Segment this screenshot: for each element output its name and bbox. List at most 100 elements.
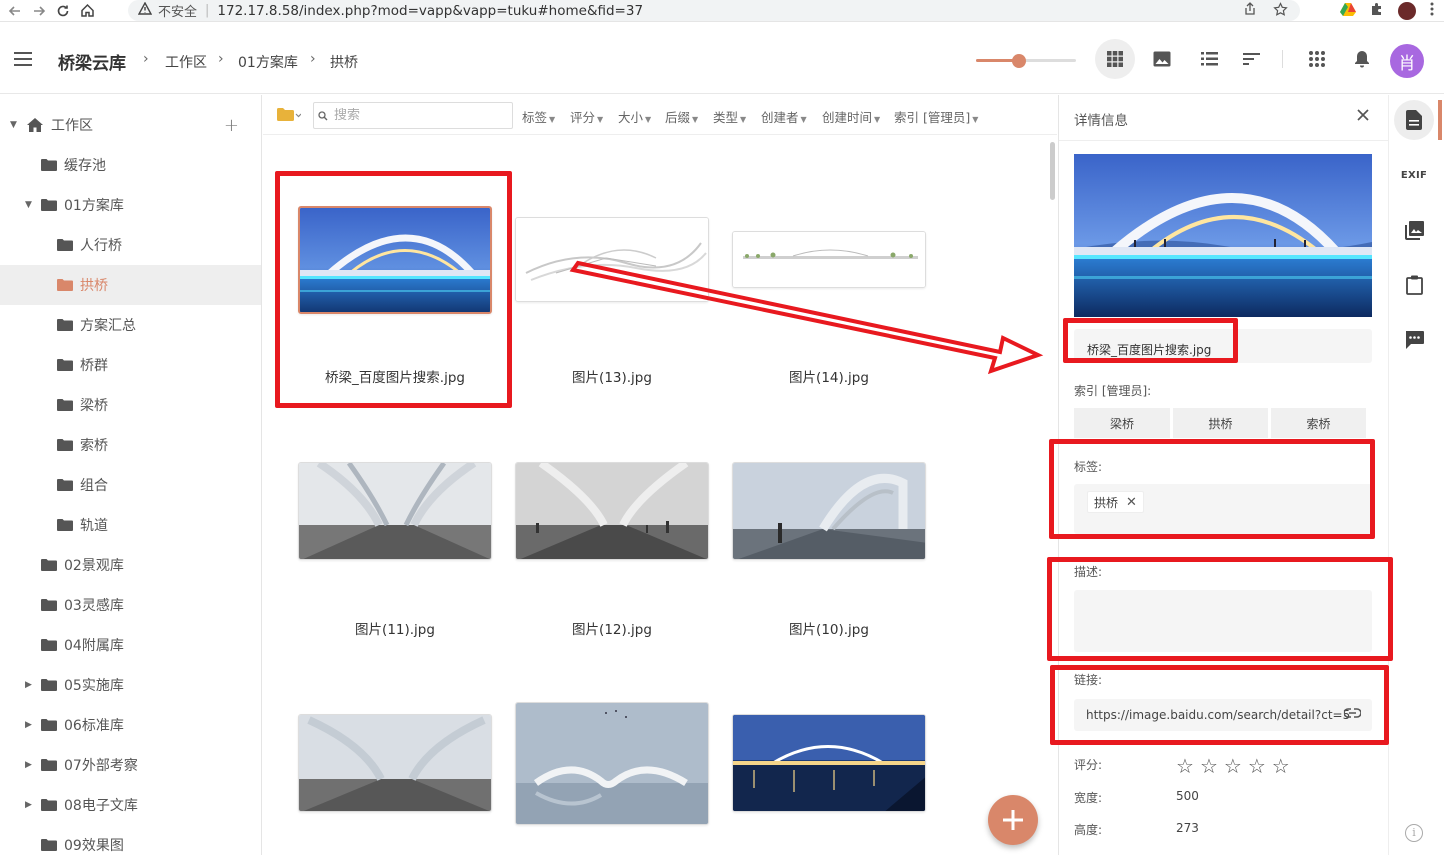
expand-arrow-icon[interactable]: ▶ [25,680,32,690]
search-input[interactable] [334,108,504,123]
thumbnail-item[interactable] [298,714,492,812]
star-icon[interactable]: ☆ [1176,756,1194,776]
expand-arrow-icon[interactable]: ▼ [10,120,17,130]
star-icon[interactable]: ☆ [1248,756,1266,776]
apps-button[interactable] [1297,39,1337,79]
share-icon[interactable] [1243,2,1257,21]
index-tag-cable-bridge[interactable]: 索桥 [1271,408,1366,438]
thumbnail-image[interactable] [732,231,926,288]
filter-tags[interactable]: 标签 ▼ [522,107,555,126]
expand-arrow-icon[interactable]: ▶ [25,760,32,770]
star-icon[interactable]: ☆ [1272,756,1290,776]
star-icon[interactable]: ☆ [1224,756,1242,776]
sidebar-item-digital-library[interactable]: ▶ 08电子文库 [0,785,261,825]
tags-field[interactable]: 拱桥 ✕ [1074,484,1372,534]
thumbnail-filename[interactable]: 桥梁_百度图片搜索.jpg [298,366,492,386]
thumbnail-image[interactable] [515,702,709,825]
file-info-tab[interactable] [1394,100,1434,140]
gallery-tab[interactable] [1394,210,1434,250]
sidebar-item-accessory-library[interactable]: 04附属库 [0,625,261,665]
expand-arrow-icon[interactable]: ▶ [25,800,32,810]
zoom-slider-thumb[interactable] [1012,54,1026,68]
thumbnail-item[interactable] [732,231,926,288]
thumbnail-item[interactable] [298,462,492,560]
sidebar-item-cable-bridge[interactable]: 索桥 [0,425,261,465]
sidebar-item-scheme-library[interactable]: ▼ 01方案库 [0,185,261,225]
thumbnail-image[interactable] [515,462,709,560]
user-avatar[interactable]: 肖 [1390,44,1424,78]
image-view-button[interactable] [1142,39,1182,79]
address-bar[interactable]: 不安全 | 172.17.8.58/index.php?mod=vapp&vap… [128,0,1300,21]
folder-select-button[interactable] [277,108,302,125]
thumbnail-image[interactable] [515,217,709,302]
rating-stars[interactable]: ☆ ☆ ☆ ☆ ☆ [1176,756,1290,776]
thumbnail-image[interactable] [298,714,492,812]
thumbnail-image[interactable] [298,462,492,560]
notifications-button[interactable] [1342,39,1382,79]
info-icon[interactable]: i [1405,824,1423,842]
comments-tab[interactable] [1394,320,1434,360]
thumbnail-image[interactable] [732,462,926,560]
thumbnail-item[interactable] [732,714,926,812]
breadcrumb-scheme-library[interactable]: 01方案库 [238,52,298,72]
reload-icon[interactable] [54,2,72,20]
thumbnail-filename[interactable]: 图片(13).jpg [515,366,709,386]
description-field[interactable] [1074,590,1372,652]
sidebar-item-renderings[interactable]: 09效果图 [0,825,261,865]
sidebar-item-implementation-library[interactable]: ▶ 05实施库 [0,665,261,705]
thumbnail-filename[interactable]: 图片(12).jpg [515,618,709,638]
bookmark-star-icon[interactable] [1273,2,1288,21]
menu-icon[interactable] [14,52,32,70]
thumbnail-item[interactable] [732,462,926,560]
thumbnail-filename[interactable]: 图片(14).jpg [732,366,926,386]
sidebar-item-combination[interactable]: 组合 [0,465,261,505]
link-icon[interactable] [1343,707,1362,722]
filter-creator[interactable]: 创建者 ▼ [761,107,807,126]
home-icon[interactable] [78,2,96,20]
tree-root-workspace[interactable]: ▼ 工作区 + [0,105,261,145]
thumbnail-filename[interactable]: 图片(10).jpg [732,618,926,638]
thumbnail-filename[interactable]: 图片(11).jpg [298,618,492,638]
collapse-arrow-icon[interactable]: ▼ [25,200,32,210]
sidebar-item-rail[interactable]: 轨道 [0,505,261,545]
thumbnail-item[interactable] [515,217,709,302]
thumbnail-image[interactable] [732,714,926,812]
exif-tab[interactable]: EXIF [1394,155,1434,195]
filter-type[interactable]: 类型 ▼ [713,107,746,126]
add-fab-button[interactable] [988,795,1038,845]
sidebar-item-standard-library[interactable]: ▶ 06标准库 [0,705,261,745]
thumbnail-item[interactable] [515,702,709,825]
sidebar-item-beam-bridge[interactable]: 梁桥 [0,385,261,425]
browser-menu-icon[interactable] [1430,2,1434,20]
sidebar-item-external-survey[interactable]: ▶ 07外部考察 [0,745,261,785]
grid-scrollbar[interactable] [1050,142,1055,200]
breadcrumb-workspace[interactable]: 工作区 [165,52,207,72]
extensions-puzzle-icon[interactable] [1370,2,1384,20]
app-title[interactable]: 桥梁云库 [58,49,126,74]
browser-profile-avatar[interactable] [1398,2,1416,20]
sidebar-item-arch-bridge[interactable]: 拱桥 [0,265,261,305]
sidebar-item-scheme-summary[interactable]: 方案汇总 [0,305,261,345]
search-box[interactable] [313,102,513,129]
star-icon[interactable]: ☆ [1200,756,1218,776]
grid-view-button[interactable] [1095,39,1135,79]
filter-index-admin[interactable]: 索引 [管理员] ▼ [894,107,978,126]
add-folder-icon[interactable]: + [224,115,239,136]
forward-icon[interactable] [30,2,48,20]
filter-suffix[interactable]: 后缀 ▼ [665,107,698,126]
index-tag-arch-bridge[interactable]: 拱桥 [1173,408,1268,438]
breadcrumb-arch-bridge[interactable]: 拱桥 [330,52,358,72]
detail-preview-image[interactable] [1074,154,1372,317]
filter-size[interactable]: 大小 ▼ [618,107,651,126]
sidebar-item-pedestrian-bridge[interactable]: 人行桥 [0,225,261,265]
zoom-slider[interactable] [976,54,1076,68]
extension-drive-icon[interactable] [1340,2,1356,20]
clipboard-tab[interactable] [1394,265,1434,305]
thumbnail-item[interactable] [515,462,709,560]
link-field[interactable]: https://image.baidu.com/search/detail?ct… [1074,699,1372,731]
filter-rating[interactable]: 评分 ▼ [570,107,603,126]
thumbnail-item[interactable] [298,205,492,314]
sidebar-item-inspiration-library[interactable]: 03灵感库 [0,585,261,625]
thumbnail-image[interactable] [298,205,492,314]
back-icon[interactable] [6,2,24,20]
